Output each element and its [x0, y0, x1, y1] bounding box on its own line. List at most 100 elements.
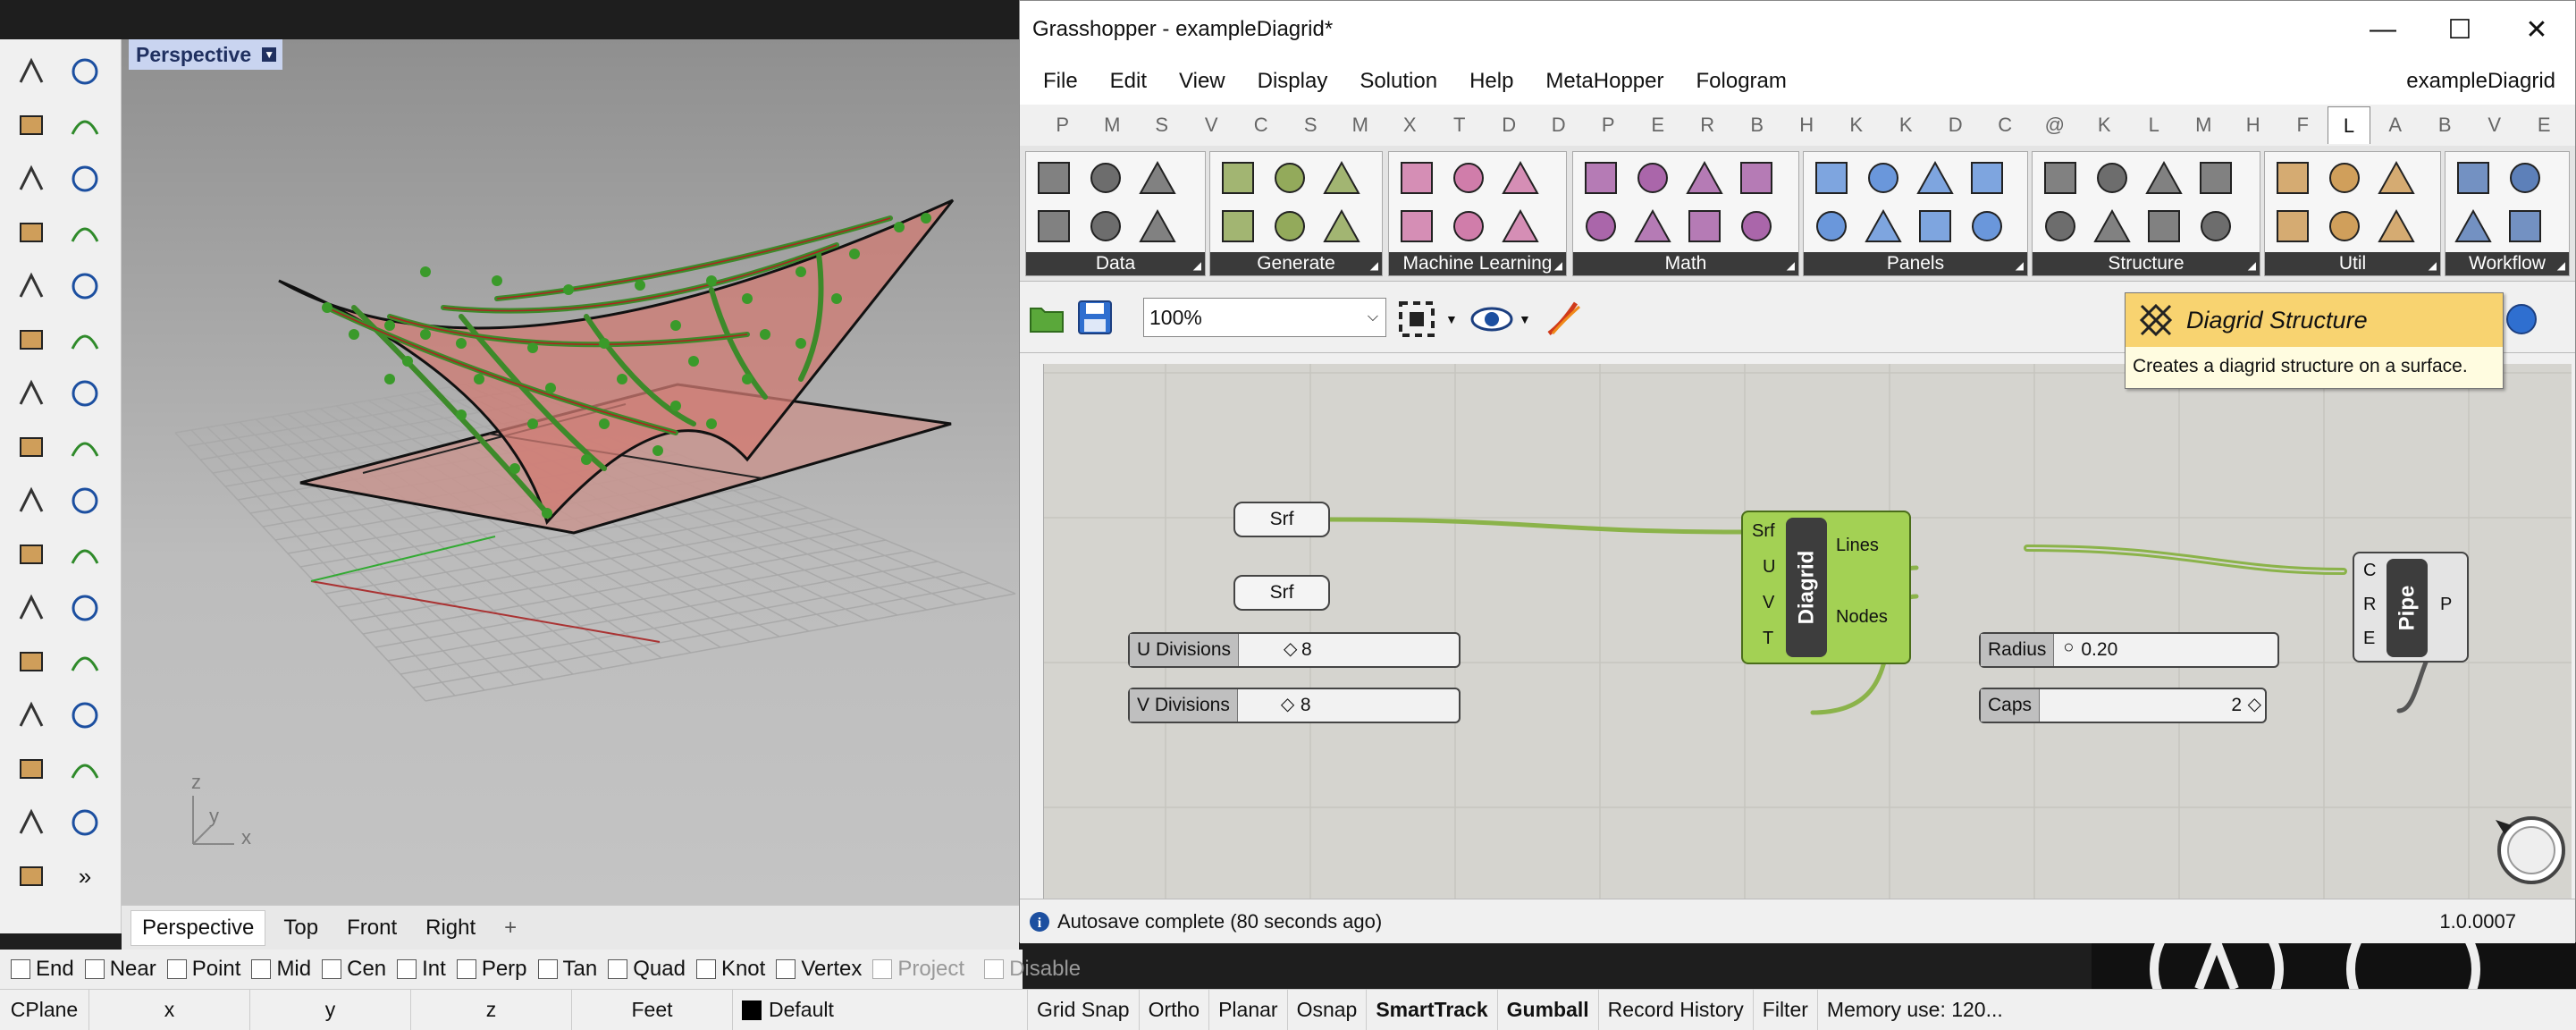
slider-grip-icon[interactable]: ◇: [1284, 637, 1297, 660]
status-grid-snap[interactable]: Grid Snap: [1028, 990, 1140, 1030]
ribbon-panel-label[interactable]: Structure: [2033, 252, 2260, 277]
ribbon-tool-icon[interactable]: [1135, 204, 1180, 249]
diagrid-output-lines[interactable]: Lines: [1836, 536, 1879, 556]
preview-eye-icon[interactable]: [1470, 303, 1513, 335]
category-tab-24[interactable]: H: [2228, 114, 2278, 137]
close-icon[interactable]: ✕: [2498, 1, 2575, 58]
tab-perspective[interactable]: Perspective: [130, 909, 266, 946]
category-tab-0[interactable]: P: [1038, 114, 1088, 137]
category-tab-26[interactable]: L: [2328, 106, 2370, 144]
radius-track[interactable]: ○ 0.20: [2054, 634, 2277, 666]
maximize-icon[interactable]: ☐: [2421, 1, 2498, 58]
perspective-viewport[interactable]: z y x: [122, 39, 1019, 905]
ribbon-tool-icon[interactable]: [1394, 204, 1439, 249]
viewport-menu-icon[interactable]: ▼: [262, 47, 277, 62]
srf-param-1[interactable]: Srf: [1233, 502, 1330, 537]
checkbox[interactable]: [322, 959, 342, 979]
mirror-icon[interactable]: [61, 531, 109, 578]
open-file-icon[interactable]: [1027, 298, 1066, 337]
ellipse-icon[interactable]: [61, 156, 109, 202]
ribbon-tool-icon[interactable]: [2270, 156, 2315, 200]
ribbon-tool-icon[interactable]: [1446, 156, 1491, 200]
diagrid-input-t[interactable]: T: [1763, 629, 1773, 649]
ribbon-panel-label[interactable]: Math: [1573, 252, 1798, 277]
category-tab-10[interactable]: D: [1534, 114, 1584, 137]
minimize-icon[interactable]: —: [2344, 1, 2421, 58]
ribbon-tool-icon[interactable]: [1267, 204, 1312, 249]
checkbox[interactable]: [537, 959, 558, 979]
tab-front[interactable]: Front: [336, 910, 408, 946]
slider-grip-icon[interactable]: ◇: [1281, 693, 1294, 715]
menu-file[interactable]: File: [1043, 69, 1078, 94]
zoom-extents-icon[interactable]: [1397, 300, 1440, 339]
pipe-input-e[interactable]: E: [2363, 629, 2375, 649]
group-icon[interactable]: [7, 692, 55, 739]
zoom-select[interactable]: 100% ⌵: [1143, 298, 1386, 337]
category-tab-15[interactable]: H: [1782, 114, 1832, 137]
ribbon-tool-icon[interactable]: [1267, 156, 1312, 200]
checkbox[interactable]: [984, 959, 1005, 979]
ribbon-tool-icon[interactable]: [1809, 156, 1854, 200]
ribbon-tool-icon[interactable]: [2193, 156, 2238, 200]
radius-slider[interactable]: Radius ○ 0.20: [1979, 632, 2279, 668]
checkbox[interactable]: [608, 959, 628, 979]
ribbon-tool-icon[interactable]: [2270, 204, 2315, 249]
dimension-icon[interactable]: [7, 638, 55, 685]
category-tab-8[interactable]: T: [1435, 114, 1485, 137]
ribbon-tool-icon[interactable]: [1682, 156, 1727, 200]
category-tab-28[interactable]: B: [2420, 114, 2471, 137]
category-tab-16[interactable]: K: [1831, 114, 1881, 137]
mesh-icon[interactable]: [61, 424, 109, 470]
chevron-down-icon[interactable]: ▼: [1445, 312, 1458, 326]
osnap-mid[interactable]: Mid: [251, 957, 311, 982]
checkbox[interactable]: [397, 959, 417, 979]
fillet-icon[interactable]: [61, 263, 109, 309]
status-osnap[interactable]: Osnap: [1288, 990, 1368, 1030]
ribbon-tool-icon[interactable]: [1965, 204, 2009, 249]
ribbon-tool-icon[interactable]: [1630, 156, 1675, 200]
ribbon-tool-icon[interactable]: [2374, 156, 2419, 200]
category-tab-18[interactable]: D: [1931, 114, 1981, 137]
render-icon[interactable]: [61, 799, 109, 846]
ribbon-tool-icon[interactable]: [1319, 204, 1364, 249]
ribbon-tool-icon[interactable]: [1216, 156, 1260, 200]
osnap-near[interactable]: Near: [84, 957, 156, 982]
category-tab-29[interactable]: V: [2470, 114, 2520, 137]
layer-icon[interactable]: [61, 692, 109, 739]
status-smarttrack[interactable]: SmartTrack: [1367, 990, 1498, 1030]
category-tab-4[interactable]: C: [1236, 114, 1286, 137]
category-tab-19[interactable]: C: [1981, 114, 2031, 137]
ribbon-tool-icon[interactable]: [1446, 204, 1491, 249]
add-viewport-tab-button[interactable]: +: [493, 910, 527, 946]
ribbon-tool-icon[interactable]: [1031, 156, 1076, 200]
status-cplane[interactable]: CPlane: [0, 990, 89, 1030]
menu-metahopper[interactable]: MetaHopper: [1545, 69, 1663, 94]
select-arrow-icon[interactable]: [7, 48, 55, 95]
v-divisions-track[interactable]: 8 ◇: [1238, 689, 1459, 722]
circle-icon[interactable]: [7, 156, 55, 202]
category-tab-2[interactable]: S: [1137, 114, 1187, 137]
sketch-brush-icon[interactable]: [1544, 298, 1583, 337]
ribbon-tool-icon[interactable]: [2322, 204, 2367, 249]
category-tab-9[interactable]: D: [1485, 114, 1535, 137]
category-tab-17[interactable]: K: [1881, 114, 1932, 137]
sphere-icon[interactable]: [61, 370, 109, 417]
osnap-cen[interactable]: Cen: [322, 957, 386, 982]
ribbon-tool-icon[interactable]: [2322, 156, 2367, 200]
ribbon-tool-icon[interactable]: [1861, 204, 1906, 249]
v-divisions-slider[interactable]: V Divisions 8 ◇: [1128, 688, 1461, 723]
ribbon-tool-icon[interactable]: [1965, 156, 2009, 200]
menu-fologram[interactable]: Fologram: [1696, 69, 1787, 94]
srf-param-2[interactable]: Srf: [1233, 575, 1330, 611]
history-icon[interactable]: [61, 746, 109, 792]
viewport-title[interactable]: Perspective ▼: [129, 39, 282, 70]
pipe-input-r[interactable]: R: [2363, 595, 2376, 615]
polyline-icon[interactable]: [7, 102, 55, 148]
canvas-navigation-widget[interactable]: [2492, 811, 2567, 886]
checkbox[interactable]: [695, 959, 716, 979]
transform-icon[interactable]: [7, 531, 55, 578]
u-divisions-track[interactable]: 8 ◇: [1239, 634, 1459, 666]
osnap-tan[interactable]: Tan: [537, 957, 597, 982]
category-tab-20[interactable]: @: [2030, 114, 2080, 137]
category-tab-12[interactable]: E: [1633, 114, 1683, 137]
